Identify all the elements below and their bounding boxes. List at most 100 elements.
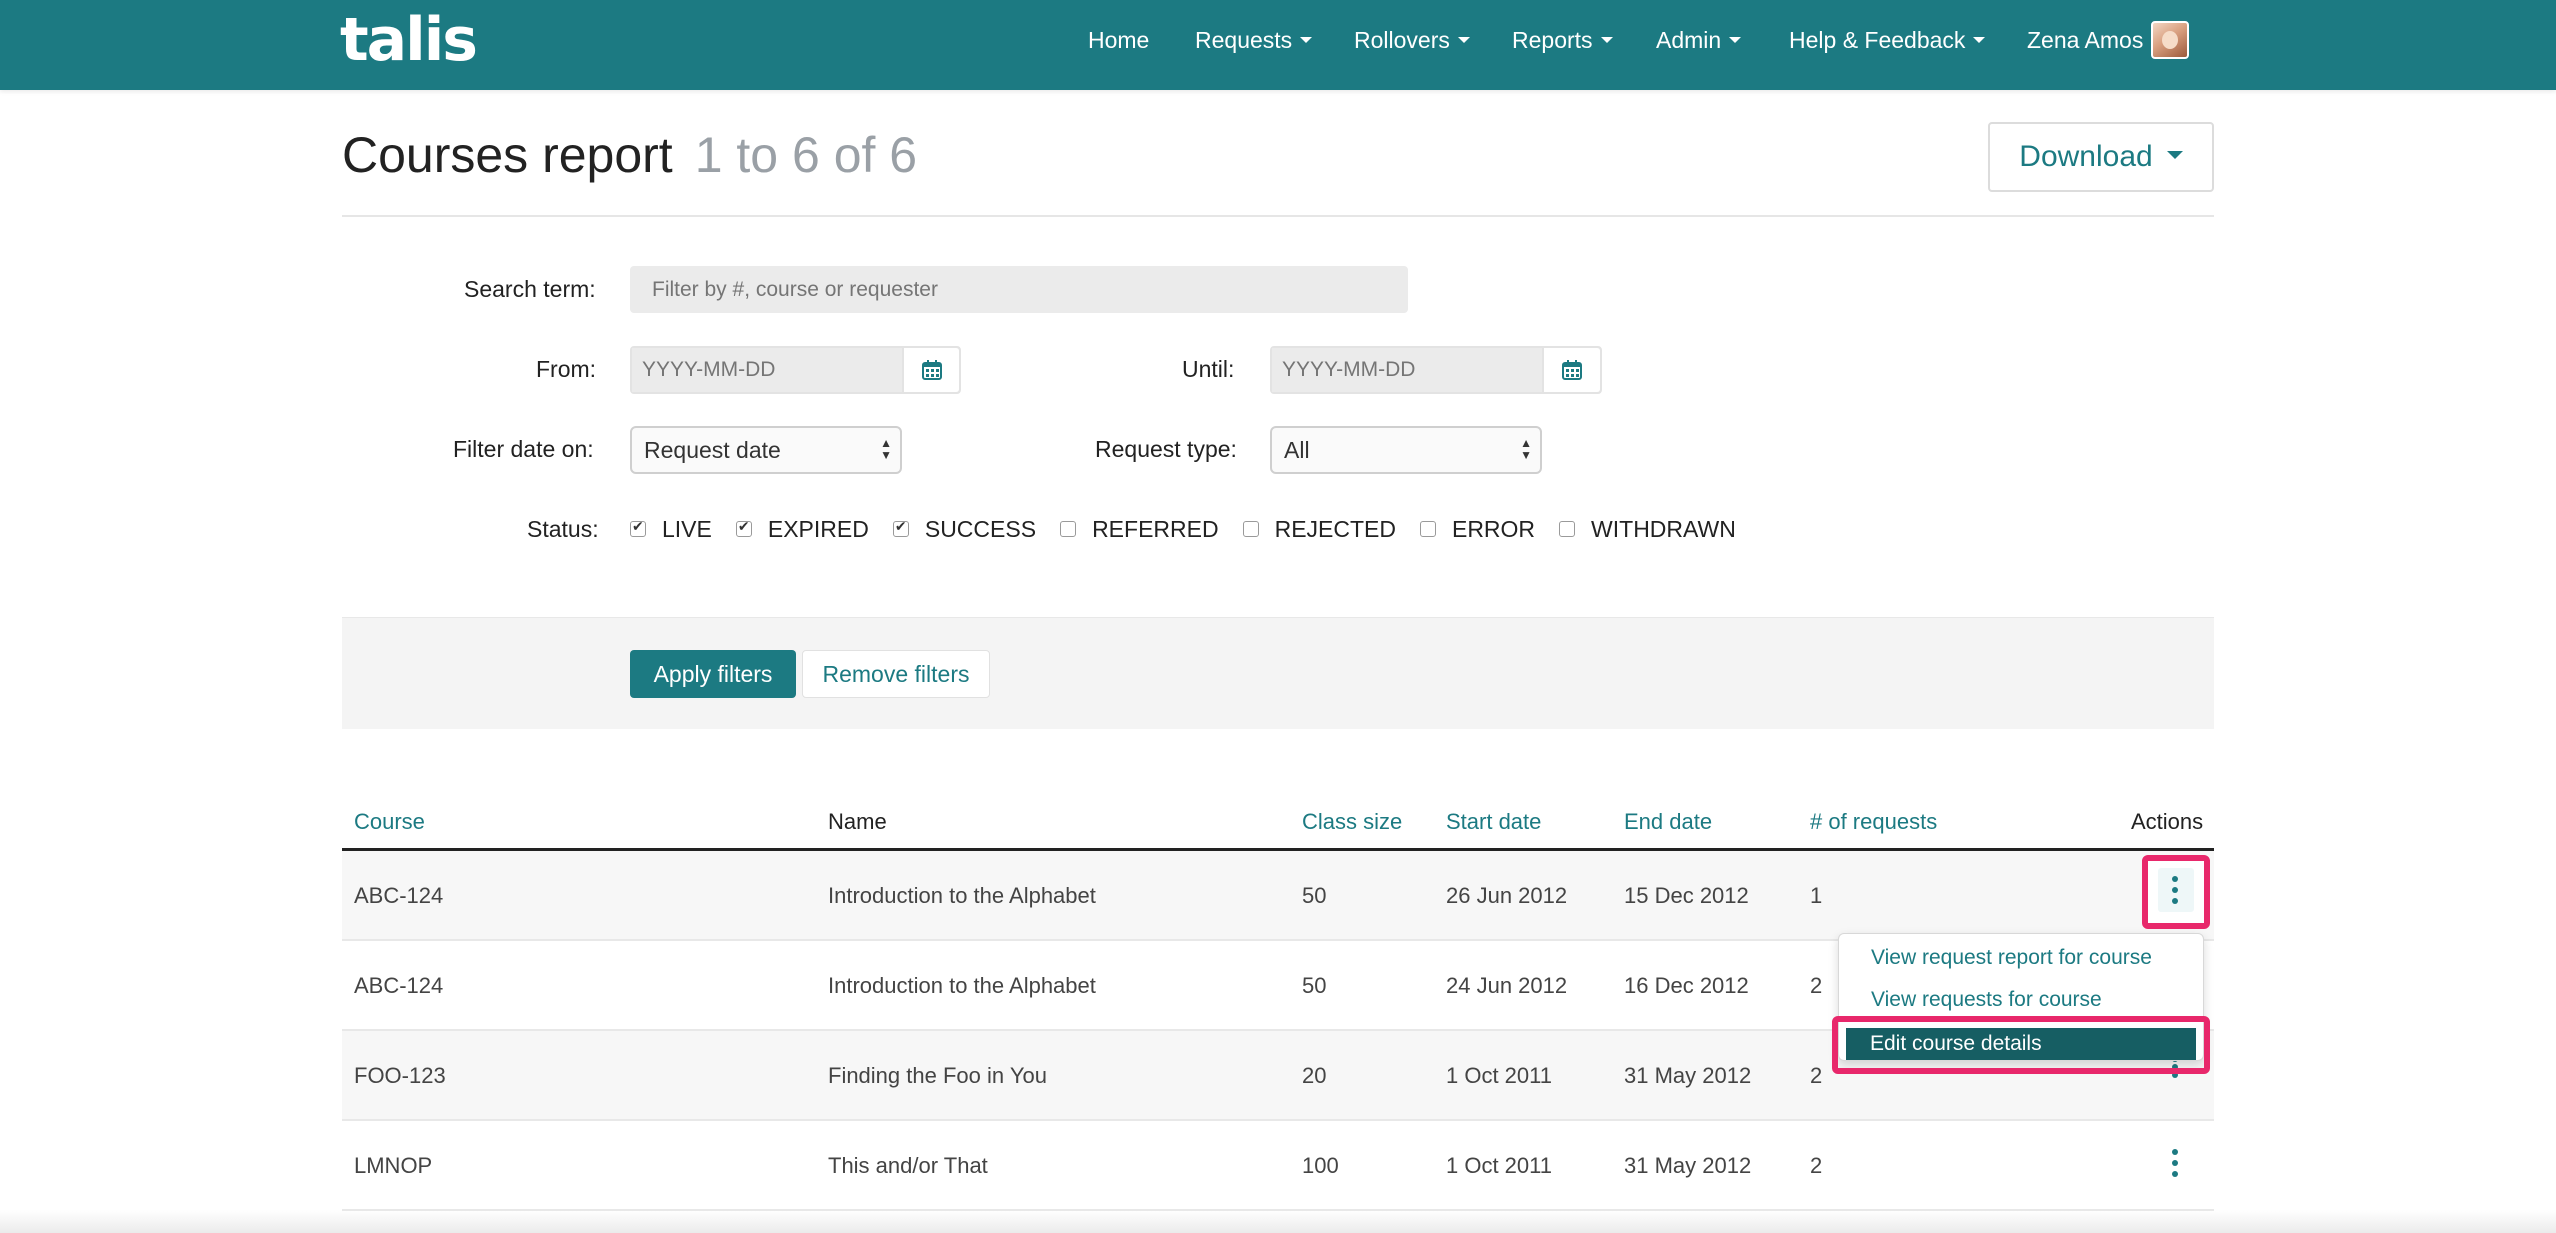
chevron-down-icon	[1600, 36, 1613, 43]
from-date-input[interactable]	[632, 348, 902, 392]
cell-end-date: 16 Dec 2012	[1624, 973, 1749, 998]
from-date-field	[630, 346, 961, 394]
status-label: Status:	[527, 516, 599, 542]
status-referred[interactable]: REFERRED	[1060, 516, 1219, 543]
cell-name: Finding the Foo in You	[828, 1063, 1047, 1088]
filter-date-select[interactable]: Request date ▲ ▼	[630, 426, 902, 474]
status-expired[interactable]: EXPIRED	[735, 516, 869, 543]
filter-date-on-label: Filter date on:	[453, 436, 594, 462]
status-referred-checkbox[interactable]	[1060, 521, 1077, 537]
status-rejected-label: REJECTED	[1274, 515, 1396, 542]
calendar-icon	[1562, 360, 1582, 380]
remove-filters-button[interactable]: Remove filters	[802, 650, 990, 698]
calendar-icon	[921, 360, 942, 380]
page-title: Courses report 1 to 6 of 6	[342, 122, 917, 188]
menu-item-view-requests[interactable]: View requests for course	[1871, 988, 2102, 1012]
nav-help-feedback[interactable]: Help & Feedback	[1789, 25, 1986, 55]
table-row: ABC-124 Introduction to the Alphabet 50 …	[342, 851, 2214, 941]
from-label: From:	[536, 356, 597, 382]
cell-start-date: 24 Jun 2012	[1446, 973, 1568, 998]
row-actions-button[interactable]	[2168, 870, 2182, 910]
nav-admin-label: Admin	[1656, 27, 1722, 53]
col-header-end-date[interactable]: End date	[1624, 808, 1712, 836]
kebab-dot	[2172, 898, 2178, 904]
cell-course: ABC-124	[354, 883, 444, 908]
cell-course: FOO-123	[354, 1063, 446, 1088]
col-header-course[interactable]: Course	[354, 808, 425, 836]
apply-filters-button[interactable]: Apply filters	[630, 650, 796, 698]
status-error-checkbox[interactable]	[1419, 521, 1436, 537]
until-date-input[interactable]	[1272, 348, 1542, 392]
cell-start-date: 1 Oct 2011	[1446, 1063, 1552, 1088]
status-error[interactable]: ERROR	[1419, 515, 1536, 543]
table-row: LMNOP This and/or That 100 1 Oct 2011 31…	[342, 1121, 2214, 1211]
select-arrows-icon: ▲ ▼	[1520, 436, 1532, 462]
cell-end-date: 31 May 2012	[1624, 1153, 1752, 1178]
cell-requests: 2	[1810, 973, 1823, 998]
status-referred-label: REFERRED	[1092, 515, 1219, 542]
until-date-field	[1270, 346, 1602, 394]
search-term-label: Search term:	[464, 276, 596, 302]
result-count: 1 to 6 of 6	[694, 127, 918, 183]
download-label: Download	[2019, 140, 2153, 173]
cell-requests: 2	[1810, 1063, 1823, 1088]
chevron-down-icon	[1973, 36, 1986, 43]
nav-reports[interactable]: Reports	[1512, 25, 1613, 55]
status-success-checkbox[interactable]	[892, 518, 909, 537]
nav-user-name[interactable]: Zena Amos	[2027, 25, 2143, 55]
header-divider	[342, 215, 2214, 217]
nav-requests[interactable]: Requests	[1195, 25, 1313, 55]
nav-reports-label: Reports	[1512, 27, 1593, 53]
download-button[interactable]: Download	[1988, 122, 2214, 192]
status-rejected[interactable]: REJECTED	[1242, 515, 1396, 543]
status-live-checkbox[interactable]	[630, 518, 646, 537]
request-type-select[interactable]: All ▲ ▼	[1270, 426, 1542, 474]
kebab-dot	[2172, 876, 2178, 882]
cell-class-size: 20	[1302, 1063, 1327, 1088]
request-type-label: Request type:	[1095, 436, 1237, 462]
cell-name: This and/or That	[828, 1153, 988, 1178]
status-live[interactable]: LIVE	[630, 516, 712, 543]
chevron-down-icon	[2166, 151, 2183, 159]
user-avatar[interactable]	[2151, 21, 2189, 59]
top-navbar: talis Home Requests Rollovers Reports Ad…	[0, 0, 2556, 90]
status-expired-checkbox[interactable]	[735, 518, 752, 537]
col-header-requests[interactable]: # of requests	[1810, 808, 1937, 836]
row-actions-button[interactable]	[2168, 1143, 2182, 1183]
filter-date-value: Request date	[644, 437, 781, 463]
cell-start-date: 1 Oct 2011	[1446, 1153, 1552, 1178]
cell-class-size: 50	[1302, 883, 1327, 908]
status-withdrawn[interactable]: WITHDRAWN	[1559, 516, 1736, 543]
until-label: Until:	[1182, 356, 1235, 382]
search-input[interactable]	[630, 266, 1408, 313]
nav-requests-label: Requests	[1195, 27, 1293, 53]
kebab-dot	[2172, 1160, 2178, 1166]
until-calendar-button[interactable]	[1542, 348, 1600, 392]
chevron-down-icon	[1729, 36, 1742, 43]
menu-item-view-request-report[interactable]: View request report for course	[1871, 946, 2152, 970]
chevron-down-icon	[1300, 36, 1313, 43]
cell-name: Introduction to the Alphabet	[828, 883, 1096, 908]
nav-rollovers-label: Rollovers	[1354, 27, 1450, 53]
page-bottom-fade	[0, 1210, 2556, 1233]
menu-item-highlight	[1832, 1016, 2210, 1074]
cell-requests: 2	[1810, 1153, 1823, 1178]
cell-start-date: 26 Jun 2012	[1446, 883, 1568, 908]
cell-class-size: 50	[1302, 973, 1327, 998]
status-rejected-checkbox[interactable]	[1242, 521, 1259, 537]
col-header-actions: Actions	[2131, 809, 2204, 834]
cell-end-date: 31 May 2012	[1624, 1063, 1752, 1088]
status-checkbox-group: LIVE EXPIRED SUCCESS REFERRED REJECTED E…	[630, 514, 1760, 544]
nav-rollovers[interactable]: Rollovers	[1354, 25, 1470, 55]
nav-admin[interactable]: Admin	[1656, 25, 1742, 55]
from-calendar-button[interactable]	[902, 348, 959, 392]
col-header-class-size[interactable]: Class size	[1302, 808, 1402, 836]
status-withdrawn-checkbox[interactable]	[1559, 521, 1576, 537]
col-header-start-date[interactable]: Start date	[1446, 808, 1541, 836]
status-error-label: ERROR	[1451, 515, 1536, 542]
talis-logo[interactable]: talis	[340, 6, 478, 74]
cell-end-date: 15 Dec 2012	[1624, 883, 1749, 908]
page-title-text: Courses report	[342, 127, 673, 183]
nav-home[interactable]: Home	[1088, 25, 1149, 55]
status-success[interactable]: SUCCESS	[892, 516, 1036, 543]
